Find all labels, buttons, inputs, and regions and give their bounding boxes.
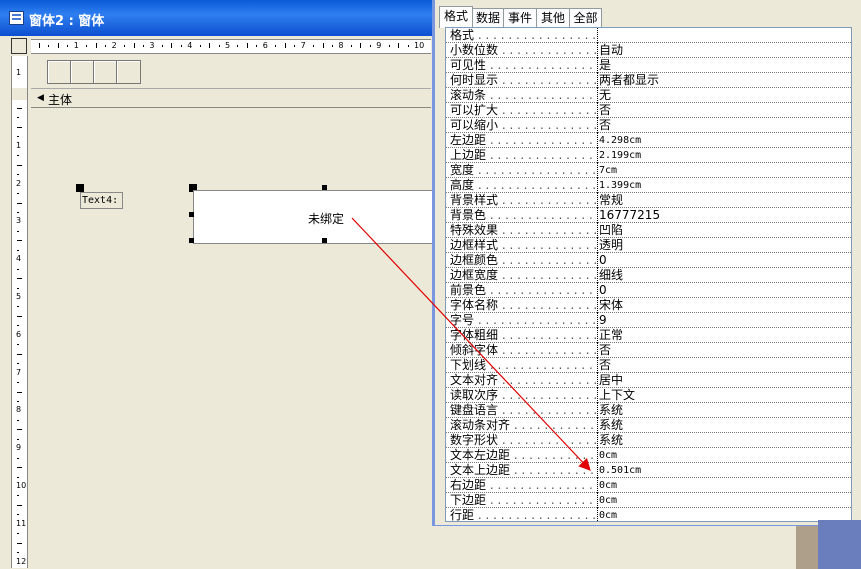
annotation-arrow [351, 217, 591, 471]
